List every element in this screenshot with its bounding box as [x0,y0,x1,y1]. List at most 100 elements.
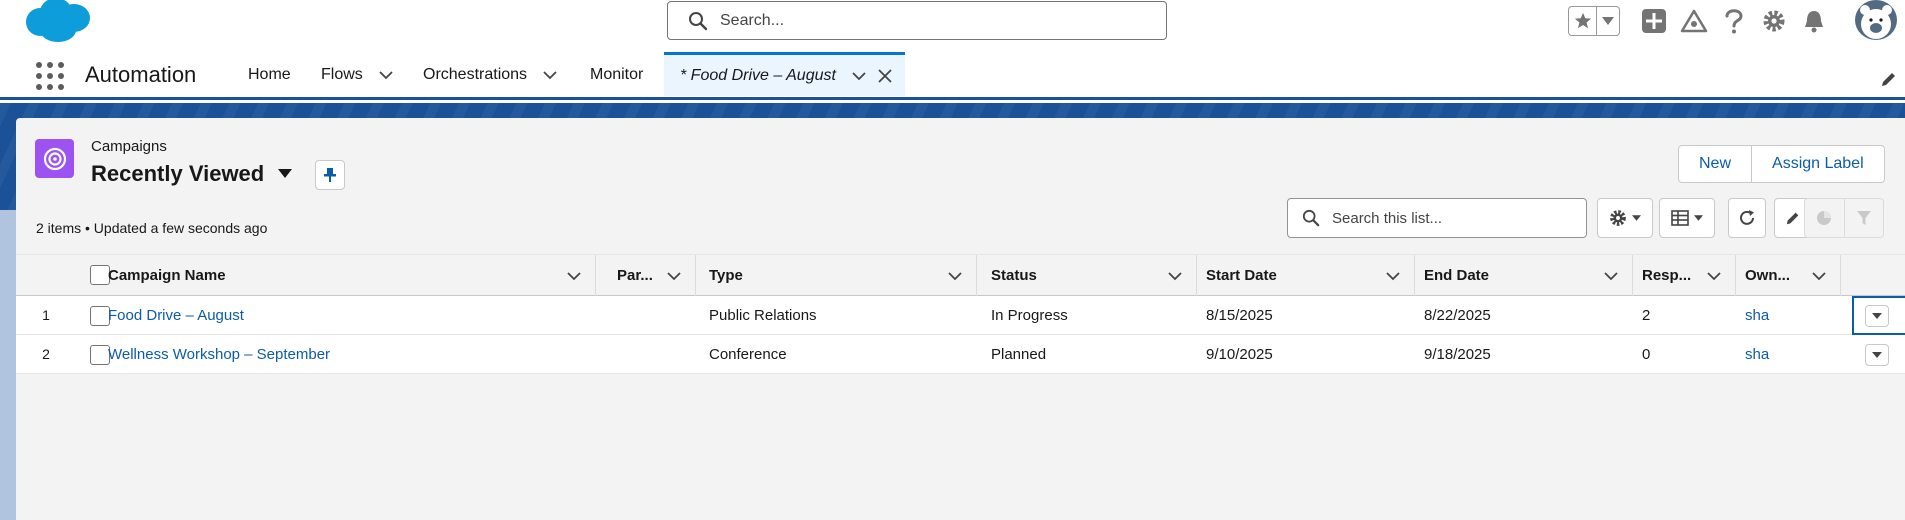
row-actions-button[interactable] [1865,344,1889,366]
owner-link[interactable]: sha [1736,335,1769,373]
salesforce-logo[interactable] [18,0,94,44]
favorites-button-group [1568,6,1620,36]
gear-icon [1610,210,1626,226]
global-create-button[interactable] [1640,7,1668,35]
list-actions-button-group: New Assign Label [1678,145,1885,183]
type-cell: Conference [709,345,787,363]
display-as-button[interactable] [1659,198,1715,238]
assign-label-button[interactable]: Assign Label [1751,146,1884,182]
help-icon [1725,9,1743,34]
nav-item-label: Home [248,66,291,83]
caret-down-icon [278,169,293,178]
chevron-down-icon[interactable] [379,70,393,80]
list-search-placeholder: Search this list... [1332,209,1443,227]
edit-nav-pencil-icon[interactable] [1880,70,1898,88]
column-header-status[interactable]: Status [982,255,1197,296]
column-header-type[interactable]: Type [700,255,977,296]
chevron-down-icon [1602,17,1614,25]
gear-icon [1763,10,1785,32]
column-header-label: Par... [617,267,653,284]
row-actions-cell [1852,335,1905,374]
search-icon [689,11,708,30]
row-actions-button[interactable] [1865,305,1889,327]
chevron-down-icon[interactable] [543,70,557,80]
start-date-cell: 9/10/2025 [1206,345,1273,363]
column-header-label: Own... [1745,267,1790,284]
search-placeholder: Search... [720,11,785,29]
row-actions-cell [1852,296,1905,335]
list-view-card: Campaigns Recently Viewed New Assign Lab… [16,118,1905,520]
list-view-controls-button[interactable] [1597,198,1653,238]
global-search-input[interactable]: Search... [667,1,1167,40]
search-icon [1302,209,1320,227]
chevron-down-icon[interactable] [667,271,681,281]
tab-food-drive-august[interactable]: * Food Drive – August [664,52,905,96]
nav-item-flows[interactable]: Flows [321,66,393,84]
global-header: Search... [0,0,1905,44]
trailhead-guidance-button[interactable] [1680,7,1708,35]
filters-button[interactable] [1843,199,1884,237]
column-header-start-date[interactable]: Start Date [1197,255,1415,296]
column-header-responses[interactable]: Resp... [1633,255,1736,296]
chevron-down-icon[interactable] [1812,271,1826,281]
chevron-down-icon[interactable] [852,71,866,81]
pin-icon [324,168,336,182]
end-date-cell: 9/18/2025 [1424,345,1491,363]
notifications-button[interactable] [1800,7,1828,35]
list-view-selector[interactable]: Recently Viewed [91,161,293,187]
nav-item-label: Orchestrations [423,66,528,83]
nav-item-orchestrations[interactable]: Orchestrations [423,66,557,84]
caret-down-icon [1694,215,1703,221]
bell-icon [1805,11,1823,33]
start-date-cell: 8/15/2025 [1206,306,1273,324]
chevron-down-icon[interactable] [1168,271,1182,281]
column-header-campaign-name[interactable]: Campaign Name [99,255,596,296]
help-button[interactable] [1720,7,1748,35]
campaign-name-link[interactable]: Wellness Workshop – September [99,335,330,373]
column-header-label: Resp... [1642,267,1692,284]
responses-cell: 2 [1642,306,1651,324]
user-avatar[interactable] [1855,0,1897,40]
chevron-down-icon[interactable] [1707,271,1721,281]
tab-label: * Food Drive – August [680,66,836,84]
new-button[interactable]: New [1679,146,1751,182]
chart-filter-button-group [1804,198,1884,238]
table-row: 2 Wellness Workshop – September Conferen… [16,335,1905,374]
owner-link[interactable]: sha [1736,296,1769,334]
campaign-icon [35,139,74,178]
app-name: Automation [85,62,197,87]
caret-down-icon [1872,313,1882,319]
nav-item-monitor[interactable]: Monitor [590,66,643,84]
parent-campaign-cell [608,296,617,334]
nav-item-label: Flows [321,66,363,83]
status-cell: Planned [991,345,1047,363]
responses-cell: 0 [1642,345,1651,363]
pin-list-view-button[interactable] [315,160,345,190]
charts-button[interactable] [1805,199,1844,237]
nav-item-label: Monitor [590,66,644,83]
app-launcher-icon[interactable] [36,62,64,90]
refresh-button[interactable] [1728,198,1766,238]
chevron-down-icon[interactable] [1604,271,1618,281]
chevron-down-icon[interactable] [1386,271,1400,281]
favorites-star-button[interactable] [1569,7,1597,35]
favorites-list-button[interactable] [1597,7,1619,35]
row-number: 1 [42,307,50,323]
chevron-down-icon[interactable] [948,271,962,281]
table-row: 1 Food Drive – August Public Relations I… [16,296,1905,335]
caret-down-icon [1872,352,1882,358]
column-header-owner[interactable]: Own... [1736,255,1841,296]
list-view-title: Recently Viewed [91,161,265,186]
list-search-input[interactable]: Search this list... [1287,198,1587,238]
pie-chart-icon [1817,211,1832,225]
chevron-down-icon[interactable] [567,271,581,281]
plus-icon [1642,9,1666,33]
setup-button[interactable] [1760,7,1788,35]
table-icon [1671,210,1689,226]
parent-campaign-cell [608,335,617,373]
campaign-name-link[interactable]: Food Drive – August [99,296,244,334]
column-header-parent[interactable]: Par... [608,255,696,296]
nav-item-home[interactable]: Home [248,66,291,84]
column-header-end-date[interactable]: End Date [1415,255,1633,296]
close-icon[interactable] [878,68,892,83]
